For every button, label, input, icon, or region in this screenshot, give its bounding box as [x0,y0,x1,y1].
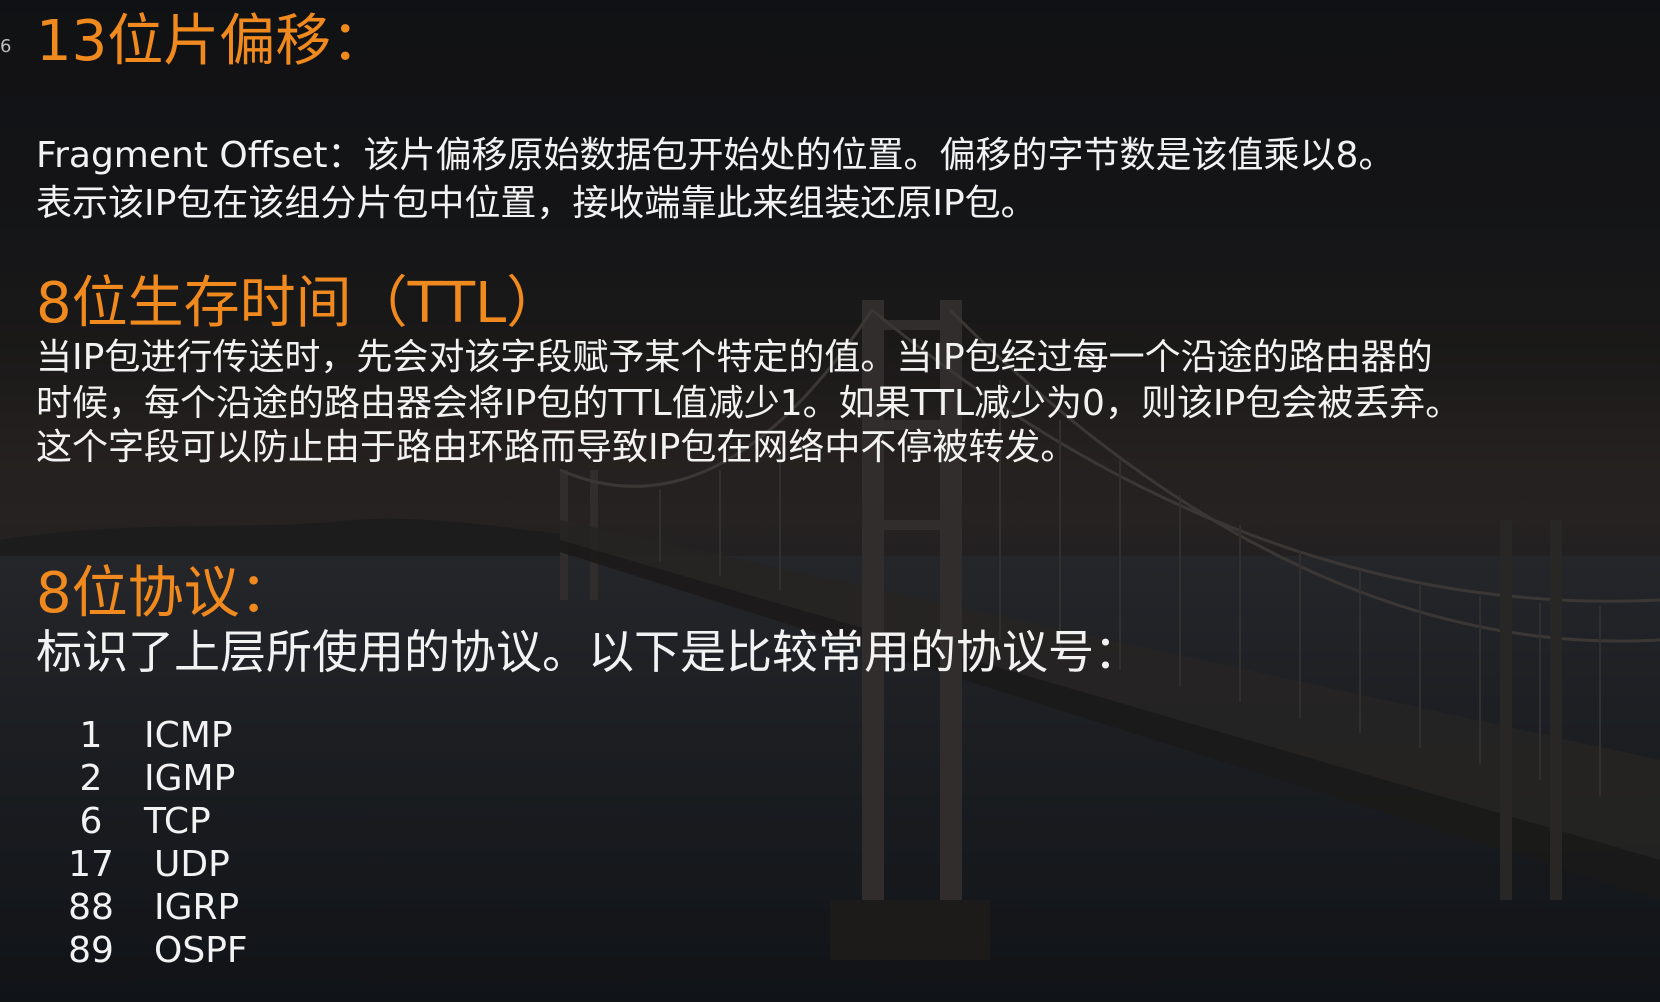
protocol-intro: 标识了上层所使用的协议。以下是比较常用的协议号： [36,625,1140,679]
protocol-name: IGMP [144,758,236,799]
protocol-item: 89 OSPF [66,929,248,972]
protocol-item: 2 IGMP [66,757,248,800]
protocol-number: 1 [79,715,103,756]
ttl-line-3: 这个字段可以防止由于路由环路而导致IP包在网络中不停被转发。 [36,427,1077,468]
protocol-number: 2 [79,758,103,799]
protocol-number: 88 [68,887,114,928]
ttl-line-1: 当IP包进行传送时，先会对该字段赋予某个特定的值。当IP包经过每一个沿途的路由器… [36,337,1433,378]
protocol-name: IGRP [154,887,240,928]
protocol-item: 6 TCP [66,800,248,843]
protocol-item: 88 IGRP [66,886,248,929]
protocol-number: 89 [68,930,114,971]
protocol-number: 6 [79,801,103,842]
protocol-name: UDP [154,844,230,885]
slide-canvas: 6 13位片偏移： Fragment Offset：该片偏移原始数据包开始处的位… [0,0,1660,1002]
fragment-offset-line-2: 表示该IP包在该组分片包中位置，接收端靠此来组装还原IP包。 [36,183,1037,224]
ttl-heading: 8位生存时间（TTL） [36,271,563,336]
protocol-name: OSPF [154,930,248,971]
protocol-heading: 8位协议： [36,561,296,626]
protocol-name: TCP [144,801,211,842]
protocol-item: 1 ICMP [66,714,248,757]
slide-number: 6 [0,36,12,57]
protocol-item: 17 UDP [66,843,248,886]
protocol-number: 17 [68,844,114,885]
protocol-name: ICMP [144,715,233,756]
fragment-offset-heading: 13位片偏移： [36,9,388,74]
protocol-number-list: 1 ICMP 2 IGMP 6 TCP 17 UDP 88 IGRP 89 OS… [66,714,248,972]
fragment-offset-line-1: Fragment Offset：该片偏移原始数据包开始处的位置。偏移的字节数是该… [36,135,1395,176]
ttl-line-2: 时候，每个沿途的路由器会将IP包的TTL值减少1。如果TTL减少为0，则该IP包… [36,383,1462,424]
